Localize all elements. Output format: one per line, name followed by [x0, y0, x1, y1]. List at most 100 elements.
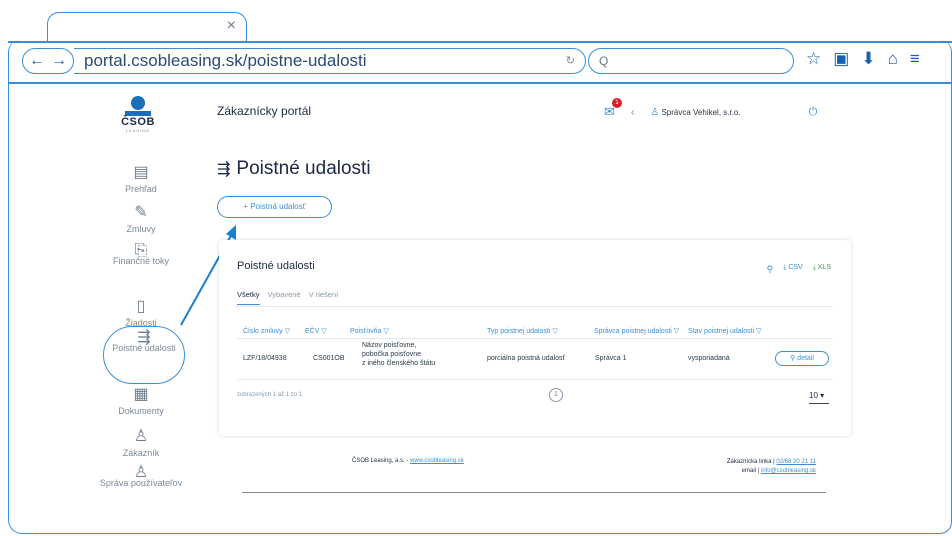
tab-vybavene[interactable]: Vybavené	[268, 290, 301, 305]
insurance-events-card: Poistné udalosti ⚲ ⤓ CSV ⤓ XLS Všetky Vy…	[219, 240, 851, 436]
column-header-status[interactable]: Stav poistnej udalosti ▽	[688, 327, 762, 335]
footer-hotline: Zákaznícka linka | 02/68 20 21 11	[692, 458, 816, 467]
column-label: Stav poistnej udalosti	[688, 328, 755, 335]
overview-icon: ▤	[133, 164, 149, 181]
star-icon[interactable]: ☆	[806, 49, 821, 69]
mail-icon[interactable]: ✉ 1	[604, 98, 622, 120]
search-icon: ⚲	[790, 355, 796, 362]
sidebar-item-sprava-pouzivatelov[interactable]: ♙ Správa používateľov	[86, 464, 196, 488]
sidebar-item-zmluvy[interactable]: ✎ Zmluvy	[96, 202, 186, 234]
contract-icon: ✎	[134, 204, 148, 221]
card-title: Poistné udalosti	[237, 260, 315, 272]
sidebar-item-label: Finančné toky	[112, 256, 170, 266]
page-1-button[interactable]: 1	[549, 388, 563, 402]
toolbar-bottom-border	[8, 82, 952, 84]
filter-icon[interactable]: ▽	[383, 328, 388, 335]
row-divider	[237, 379, 833, 380]
footer-website-link[interactable]: www.csobleasing.sk	[410, 458, 464, 464]
column-header-ecv[interactable]: EČV ▽	[305, 327, 327, 335]
email-link[interactable]: info@csobleasing.sk	[761, 468, 816, 474]
company-name: Správca Vehikel, s.r.o.	[661, 107, 741, 117]
search-input[interactable]: Q	[588, 48, 794, 74]
csv-export-button[interactable]: ⤓ CSV	[783, 264, 802, 275]
column-label: EČV	[305, 328, 320, 335]
portal-title: Zákaznícky portál	[217, 104, 312, 118]
browser-tools: ☆ ▣ ⬇ ⌂ ≡	[806, 49, 920, 69]
filter-icon[interactable]: ▽	[285, 328, 290, 335]
cell-type: porciálna poistná udalosť	[487, 355, 566, 362]
sidebar-item-label: Zmluvy	[126, 224, 156, 234]
card-actions: ⚲ ⤓ CSV ⤓ XLS	[767, 264, 831, 275]
cell-contract: LZF/18/04938	[243, 355, 287, 362]
sidebar-item-poistne-udalosti[interactable]: ⇶ Poistné udalosti	[99, 329, 189, 353]
back-arrow-icon[interactable]: ←	[29, 52, 45, 70]
nav-buttons: ← →	[22, 48, 74, 74]
detail-label: detail	[797, 355, 814, 362]
company-selector[interactable]: ♙ Správca Vehikel, s.r.o.	[650, 107, 740, 118]
reload-icon[interactable]: ↻	[566, 49, 575, 73]
tab-vsetky[interactable]: Všetky	[237, 290, 260, 305]
download-icon[interactable]: ⬇	[861, 49, 875, 69]
sidebar-item-label: Prehľad	[125, 184, 157, 194]
hotline-label: Zákaznícka linka |	[726, 459, 777, 465]
insurance-icon: ⇶	[137, 329, 151, 346]
hotline-link[interactable]: 02/68 20 21 11	[776, 459, 816, 465]
footer-company-name: ČSOB Leasing, a.s. -	[352, 458, 411, 464]
search-icon[interactable]: ⚲	[767, 264, 774, 275]
forward-arrow-icon[interactable]: →	[51, 52, 67, 70]
sidebar-item-label: Poistné udalosti	[112, 343, 176, 353]
column-label: Číslo zmluvy	[243, 328, 283, 335]
cell-ecv: CS001OB	[313, 355, 345, 362]
sidebar-item-prehlad[interactable]: ▤ Prehľad	[96, 162, 186, 194]
insurance-icon: ⇶	[217, 161, 231, 178]
column-header-contract[interactable]: Číslo zmluvy ▽	[243, 327, 290, 335]
users-icon: ♙	[133, 464, 149, 481]
cell-status: vysporiadaná	[688, 355, 730, 362]
column-header-manager[interactable]: Správca poistnej udalosti ▽	[594, 327, 679, 335]
sidebar-item-zakaznik[interactable]: ♙ Zákazník	[86, 426, 196, 458]
tab-v-rieseni[interactable]: V riešení	[309, 290, 339, 305]
filter-icon[interactable]: ▽	[321, 328, 326, 335]
filter-icon[interactable]: ▽	[552, 328, 557, 335]
footer-company: ČSOB Leasing, a.s. - www.csobleasing.sk	[352, 458, 464, 464]
browser-tab[interactable]: ×	[47, 12, 247, 42]
footer-email: email | info@csobleasing.sk	[692, 467, 816, 476]
column-header-insurer[interactable]: Poisťovňa ▽	[350, 327, 389, 335]
cell-manager: Správca 1	[595, 355, 627, 362]
footer-divider	[242, 492, 826, 493]
header-actions: ✉ 1 ‹ ♙ Správca Vehikel, s.r.o. ⏻	[604, 98, 818, 120]
add-insurance-event-button[interactable]: + Poistná udalosť	[217, 196, 332, 218]
filter-icon[interactable]: ▽	[674, 328, 679, 335]
cell-insurer-line1: Názov poisťovne,	[362, 342, 417, 349]
address-bar[interactable]: portal.csobleasing.sk/poistne-udalosti ↻	[74, 48, 586, 74]
column-header-type[interactable]: Typ poistnej udalosti ▽	[487, 327, 558, 335]
sidebar-item-dokumenty[interactable]: ▦ Dokumenty	[86, 384, 196, 416]
detail-button[interactable]: ⚲ detail	[775, 351, 829, 366]
column-label: Typ poistnej udalosti	[487, 328, 551, 335]
logo-subtext: LEASING	[125, 128, 151, 133]
logo-dot	[131, 96, 145, 110]
close-tab-icon[interactable]: ×	[227, 17, 236, 35]
sidebar-item-financne-toky[interactable]: ⎘ Finančné toky	[96, 243, 186, 266]
page-title: ⇶ Poistné udalosti	[217, 158, 371, 180]
filter-icon[interactable]: ▽	[756, 328, 761, 335]
chevron-left-icon[interactable]: ‹	[631, 107, 634, 118]
xls-export-button[interactable]: ⤓ XLS	[813, 264, 831, 275]
sidebar-item-ziadosti[interactable]: ▯ Žiadosti	[96, 296, 186, 328]
csob-logo[interactable]: ČSOB LEASING	[115, 96, 161, 133]
page-size-select[interactable]: 10 ▾	[809, 391, 829, 404]
footer-contact: Zákaznícka linka | 02/68 20 21 11 email …	[692, 458, 816, 476]
logo-text: ČSOB	[121, 116, 155, 128]
url-text: portal.csobleasing.sk/poistne-udalosti	[84, 51, 367, 70]
home-icon[interactable]: ⌂	[888, 49, 898, 69]
csv-label: CSV	[788, 264, 803, 271]
cell-insurer-line2: pobočka poisťovne	[362, 351, 422, 358]
cell-insurer-line3: z iného členského štátu	[362, 360, 436, 367]
power-icon[interactable]: ⏻	[809, 106, 818, 119]
menu-icon[interactable]: ≡	[910, 49, 920, 69]
sidebar-item-label: Dokumenty	[118, 406, 164, 416]
library-icon[interactable]: ▣	[833, 49, 849, 69]
column-label: Správca poistnej udalosti	[594, 328, 672, 335]
tabs-divider	[237, 306, 833, 307]
search-icon: Q	[599, 54, 609, 68]
